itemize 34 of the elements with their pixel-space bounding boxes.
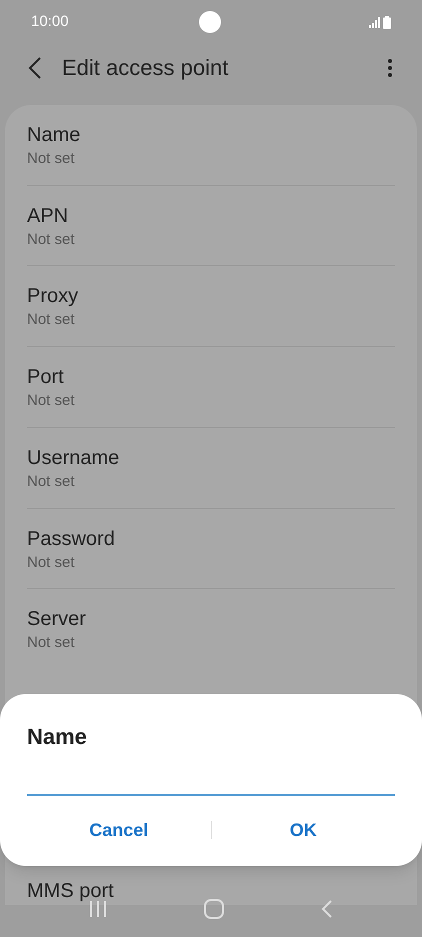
- setting-row[interactable]: Server Not set: [27, 589, 395, 670]
- setting-label: Proxy: [27, 284, 80, 310]
- home-icon[interactable]: [204, 898, 224, 918]
- setting-label: Name: [27, 123, 82, 148]
- setting-row[interactable]: APN Not set: [27, 186, 395, 266]
- setting-label: APN: [27, 204, 70, 229]
- setting-label: Password: [27, 526, 116, 552]
- setting-row[interactable]: Port Not set: [27, 347, 395, 428]
- setting-label: MMS port: [27, 880, 114, 902]
- back-icon[interactable]: [321, 898, 334, 918]
- setting-value: Not set: [27, 552, 76, 573]
- setting-row[interactable]: Proxy Not set: [27, 266, 395, 348]
- battery-icon: [383, 16, 391, 29]
- setting-row[interactable]: Password Not set: [27, 508, 395, 590]
- setting-value: Not set: [27, 472, 76, 492]
- setting-row[interactable]: Username Not set: [27, 428, 395, 509]
- dialog-button[interactable]: OK: [212, 810, 395, 850]
- camera-hole-icon: [199, 11, 221, 33]
- setting-label: Server: [27, 607, 87, 632]
- screen-title: Edit access point: [62, 54, 228, 82]
- setting-label: Port: [27, 365, 65, 390]
- status-time: 10:00: [31, 12, 69, 32]
- setting-label: Username: [27, 446, 120, 471]
- setting-row[interactable]: Name Not set: [27, 105, 395, 186]
- more-options-button[interactable]: [386, 56, 394, 78]
- setting-value: Not set: [27, 633, 76, 654]
- setting-value: Not set: [27, 391, 76, 412]
- dialog-title: Name: [27, 723, 88, 751]
- setting-value: Not set: [27, 149, 76, 169]
- setting-value: Not set: [27, 230, 76, 250]
- setting-value: Not set: [27, 310, 76, 330]
- dialog-button[interactable]: Cancel: [27, 810, 210, 850]
- recent-apps-icon[interactable]: [88, 900, 107, 918]
- signal-icon: [369, 17, 380, 28]
